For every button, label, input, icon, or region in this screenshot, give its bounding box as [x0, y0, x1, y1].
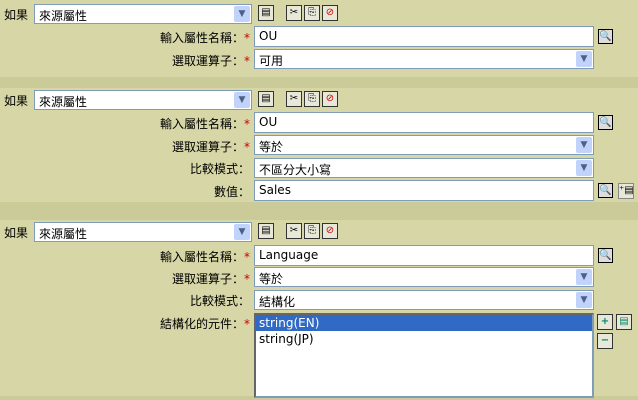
- expression-builder-icon[interactable]: ▤: [258, 91, 274, 107]
- cut-icon[interactable]: ✂: [286, 223, 302, 239]
- chevron-down-icon: ▼: [234, 224, 250, 240]
- attr-name-input[interactable]: OU: [254, 112, 594, 133]
- compare-mode-value: 結構化: [259, 295, 296, 309]
- delete-icon[interactable]: ⊘: [322, 223, 338, 239]
- value-input[interactable]: Sales: [254, 180, 594, 201]
- source-select[interactable]: 來源屬性 ▼: [34, 4, 252, 24]
- operator-label: 選取運算子：*: [171, 54, 250, 68]
- remove-icon[interactable]: −: [597, 333, 613, 349]
- search-icon[interactable]: 🔍: [598, 29, 613, 44]
- operator-select[interactable]: 等於 ▼: [254, 135, 594, 155]
- delete-icon[interactable]: ⊘: [322, 5, 338, 21]
- compare-mode-select[interactable]: 不區分大小寫 ▼: [254, 158, 594, 178]
- attr-name-label: 輸入屬性名稱：*: [159, 117, 250, 131]
- value-label: 數值：: [213, 185, 250, 199]
- search-icon[interactable]: 🔍: [598, 183, 613, 198]
- copy-icon[interactable]: ⎘: [304, 5, 320, 21]
- delete-icon[interactable]: ⊘: [322, 91, 338, 107]
- compare-mode-select[interactable]: 結構化 ▼: [254, 290, 594, 310]
- attr-name-label: 輸入屬性名稱：*: [159, 31, 250, 45]
- attr-name-label: 輸入屬性名稱：*: [159, 250, 250, 264]
- if-label: 如果: [4, 94, 29, 108]
- compare-mode-label: 比較模式：: [189, 294, 250, 308]
- chevron-down-icon: ▼: [234, 6, 250, 22]
- search-icon[interactable]: 🔍: [598, 248, 613, 263]
- chevron-down-icon: ▼: [576, 137, 592, 153]
- components-listbox[interactable]: string(EN) string(JP): [254, 313, 594, 398]
- operator-label: 選取運算子：*: [171, 140, 250, 154]
- copy-icon[interactable]: ⎘: [304, 91, 320, 107]
- insert-variable-icon[interactable]: ⁺▤: [618, 183, 634, 199]
- expression-builder-icon[interactable]: ▤: [258, 5, 274, 21]
- operator-value: 等於: [259, 140, 284, 154]
- chevron-down-icon: ▼: [576, 292, 592, 308]
- attr-name-input[interactable]: Language: [254, 245, 594, 266]
- source-select-value: 來源屬性: [39, 227, 88, 241]
- source-select-value: 來源屬性: [39, 95, 88, 109]
- operator-value: 可用: [259, 54, 284, 68]
- edit-component-icon[interactable]: ▤: [616, 314, 632, 330]
- list-item[interactable]: string(JP): [256, 331, 592, 347]
- operator-value: 等於: [259, 272, 284, 286]
- compare-mode-value: 不區分大小寫: [259, 163, 332, 177]
- operator-label: 選取運算子：*: [171, 272, 250, 286]
- chevron-down-icon: ▼: [576, 51, 592, 67]
- compare-mode-label: 比較模式：: [189, 162, 250, 176]
- copy-icon[interactable]: ⎘: [304, 223, 320, 239]
- chevron-down-icon: ▼: [576, 160, 592, 176]
- if-label: 如果: [4, 226, 29, 240]
- attr-name-input[interactable]: OU: [254, 26, 594, 47]
- add-icon[interactable]: +: [597, 314, 613, 330]
- chevron-down-icon: ▼: [234, 92, 250, 108]
- list-item[interactable]: string(EN): [256, 315, 592, 331]
- cut-icon[interactable]: ✂: [286, 91, 302, 107]
- operator-select[interactable]: 可用 ▼: [254, 49, 594, 69]
- structured-label: 結構化的元件：*: [159, 317, 250, 331]
- source-select-value: 來源屬性: [39, 9, 88, 23]
- operator-select[interactable]: 等於 ▼: [254, 267, 594, 287]
- source-select[interactable]: 來源屬性 ▼: [34, 222, 252, 242]
- source-select[interactable]: 來源屬性 ▼: [34, 90, 252, 110]
- expression-builder-icon[interactable]: ▤: [258, 223, 274, 239]
- if-label: 如果: [4, 8, 29, 22]
- chevron-down-icon: ▼: [576, 269, 592, 285]
- search-icon[interactable]: 🔍: [598, 115, 613, 130]
- cut-icon[interactable]: ✂: [286, 5, 302, 21]
